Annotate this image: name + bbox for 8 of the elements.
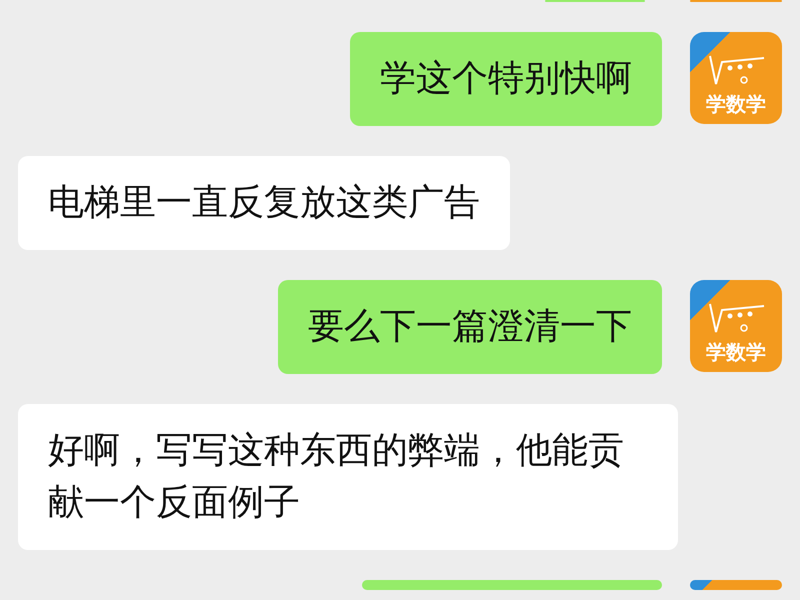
avatar-label: 学数学 [706,340,766,364]
app-logo-avatar[interactable]: 学数学 [690,280,782,372]
message-bubble: 好啊，写写这种东西的弊端，他能贡献一个反面例子 [18,404,678,550]
avatar-label: 学数学 [706,92,766,116]
message-bubble: 电梯里一直反复放这类广告 [18,156,510,250]
message-bubble: 要么下一篇澄清一下 [278,280,662,374]
message-bubble: 学这个特别快啊 [350,32,662,126]
app-logo-avatar[interactable]: 学数学 [690,32,782,124]
